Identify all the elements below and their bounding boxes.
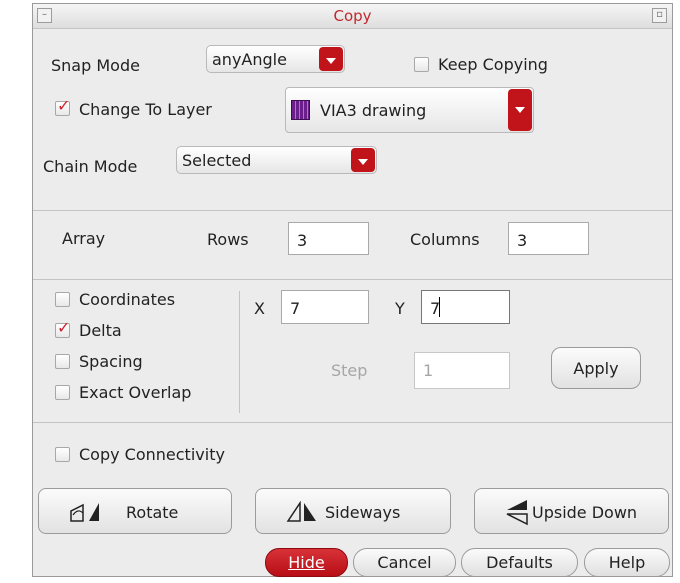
window-maximize-icon[interactable]: ▫	[652, 8, 667, 23]
upside-down-icon	[506, 500, 528, 526]
check-icon: ✓	[57, 318, 71, 337]
defaults-button[interactable]: Defaults	[461, 548, 578, 577]
copy-connectivity-label: Copy Connectivity	[79, 445, 225, 464]
dropdown-arrow-icon	[319, 47, 343, 71]
separator	[33, 422, 672, 423]
layer-select[interactable]: VIA3 drawing	[285, 87, 534, 133]
chain-mode-select[interactable]: Selected	[176, 146, 377, 174]
dropdown-arrow-icon	[508, 89, 532, 131]
check-icon: ✓	[57, 96, 71, 115]
delta-checkbox[interactable]: ✓	[55, 318, 71, 338]
columns-input[interactable]: 3	[508, 222, 589, 255]
exact-overlap-label: Exact Overlap	[79, 383, 192, 402]
coordinates-label: Coordinates	[79, 290, 176, 309]
change-to-layer-label: Change To Layer	[79, 100, 212, 119]
text-caret	[439, 297, 440, 317]
defaults-label: Defaults	[486, 553, 553, 572]
delta-label: Delta	[79, 321, 122, 340]
spacing-checkbox[interactable]	[55, 354, 70, 369]
snap-mode-select[interactable]: anyAngle	[206, 45, 345, 73]
help-label: Help	[608, 553, 646, 572]
rotate-button[interactable]: Rotate	[38, 488, 232, 534]
x-label: X	[254, 299, 265, 318]
apply-button[interactable]: Apply	[551, 347, 641, 389]
help-button[interactable]: Help	[584, 548, 670, 577]
rotate-label: Rotate	[126, 503, 179, 522]
coordinates-checkbox[interactable]	[55, 292, 70, 307]
keep-copying-checkbox[interactable]	[414, 57, 429, 72]
layer-value: VIA3 drawing	[320, 101, 427, 120]
vertical-separator	[239, 291, 240, 413]
dropdown-arrow-icon	[351, 148, 375, 172]
chain-mode-label: Chain Mode	[43, 157, 138, 176]
keep-copying-label: Keep Copying	[438, 55, 548, 74]
exact-overlap-checkbox[interactable]	[55, 385, 70, 400]
columns-value: 3	[517, 231, 528, 250]
rows-value: 3	[297, 231, 308, 250]
step-label: Step	[331, 361, 368, 380]
cancel-button[interactable]: Cancel	[353, 548, 456, 577]
separator	[33, 279, 672, 280]
x-value: 7	[290, 299, 301, 318]
array-label: Array	[62, 229, 106, 248]
layer-swatch-icon	[291, 100, 310, 120]
snap-mode-label: Snap Mode	[51, 56, 140, 75]
upside-down-label: Upside Down	[532, 503, 638, 522]
change-to-layer-checkbox[interactable]: ✓	[55, 96, 71, 116]
snap-mode-value: anyAngle	[212, 50, 287, 69]
copy-dialog: – Copy ▫ Snap Mode anyAngle Keep Copying…	[32, 3, 673, 577]
hide-button[interactable]: Hide	[265, 548, 348, 577]
sideways-icon	[286, 501, 316, 522]
y-label: Y	[395, 299, 405, 318]
apply-label: Apply	[573, 359, 619, 378]
rows-input[interactable]: 3	[288, 222, 369, 255]
upside-down-button[interactable]: Upside Down	[474, 488, 669, 534]
step-value: 1	[423, 361, 434, 380]
hide-label: Hide	[288, 553, 325, 572]
window-title: Copy	[333, 7, 372, 25]
separator	[33, 210, 672, 211]
copy-connectivity-checkbox[interactable]	[55, 447, 70, 462]
chain-mode-value: Selected	[182, 151, 252, 170]
x-input[interactable]: 7	[281, 290, 369, 324]
cancel-label: Cancel	[377, 553, 432, 572]
y-input[interactable]: 7	[421, 290, 510, 324]
spacing-label: Spacing	[79, 352, 143, 371]
rotate-icon	[70, 503, 99, 522]
sideways-label: Sideways	[325, 503, 401, 522]
columns-label: Columns	[410, 230, 480, 249]
sideways-button[interactable]: Sideways	[255, 488, 451, 534]
step-input[interactable]: 1	[414, 352, 510, 389]
rows-label: Rows	[207, 230, 249, 249]
